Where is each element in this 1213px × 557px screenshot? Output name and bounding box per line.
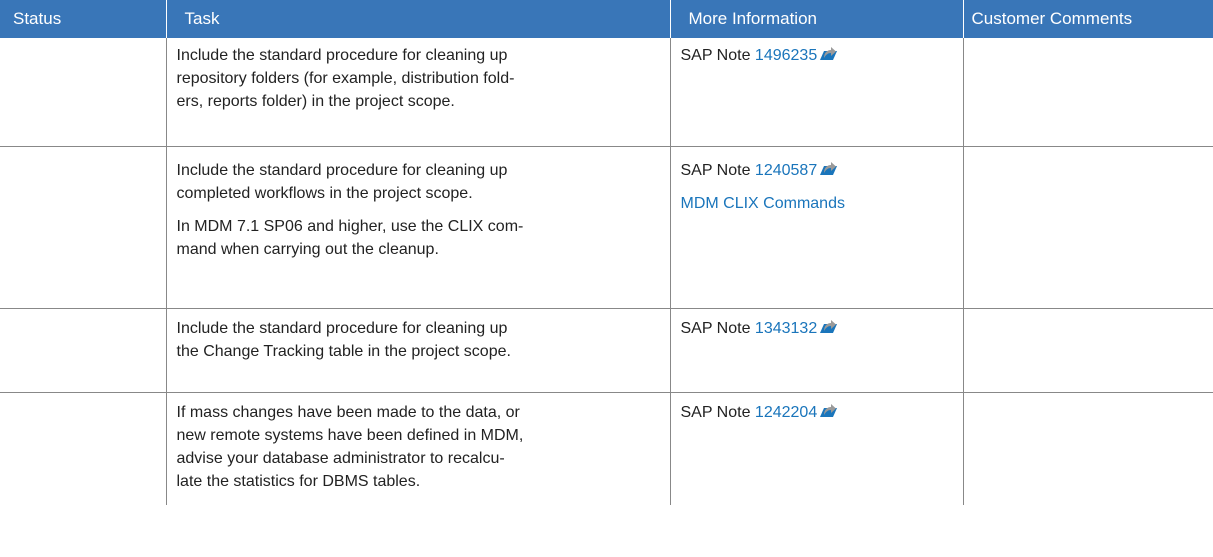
task-cell: Include the standard procedure for clean… (166, 308, 671, 393)
task-text: Include the standard procedure for clean… (176, 162, 508, 202)
status-cell[interactable] (0, 146, 167, 309)
table-row: If mass changes have been made to the da… (0, 392, 1213, 506)
customer-comments-cell[interactable] (963, 38, 1213, 147)
column-header-customer-comments: Customer Comments (963, 0, 1213, 38)
column-header-status: Status (0, 0, 167, 38)
sap-note-link[interactable]: 1343132 (755, 320, 817, 337)
more-information-cell: SAP Note 1242204 (670, 392, 964, 505)
external-link-arrow-icon[interactable] (818, 319, 838, 335)
status-cell[interactable] (0, 38, 167, 147)
more-information-cell: SAP Note 1496235 (670, 38, 964, 147)
task-text: If mass changes have been made to the da… (176, 404, 524, 490)
sap-note-link[interactable]: 1240587 (755, 162, 817, 179)
task-text: Include the standard procedure for clean… (176, 320, 511, 360)
task-text: Include the standard procedure for clean… (176, 47, 515, 110)
table-row: Include the standard procedure for clean… (0, 308, 1213, 393)
column-header-more-information: More Information (670, 0, 964, 38)
customer-comments-cell[interactable] (963, 146, 1213, 309)
more-information-cell: SAP Note 1240587 MDM CLIX Commands (670, 146, 964, 309)
task-cell: If mass changes have been made to the da… (166, 392, 671, 505)
sap-note-prefix: SAP Note (680, 162, 755, 179)
table-header-row: Status Task More Information Customer Co… (0, 0, 1213, 38)
sap-note-prefix: SAP Note (680, 47, 755, 64)
sap-note-prefix: SAP Note (680, 320, 755, 337)
task-text: In MDM 7.1 SP06 and higher, use the CLIX… (176, 218, 524, 258)
status-cell[interactable] (0, 308, 167, 393)
more-information-cell: SAP Note 1343132 (670, 308, 964, 393)
sap-note-link[interactable]: 1496235 (755, 47, 817, 64)
task-cell: Include the standard procedure for clean… (166, 146, 671, 309)
table-row: Include the standard procedure for clean… (0, 146, 1213, 309)
sap-note-prefix: SAP Note (680, 404, 755, 421)
checklist-table: Status Task More Information Customer Co… (0, 0, 1213, 505)
external-link-arrow-icon[interactable] (818, 403, 838, 419)
customer-comments-cell[interactable] (963, 393, 1213, 506)
sap-note-link[interactable]: 1242204 (755, 404, 817, 421)
task-cell: Include the standard procedure for clean… (166, 38, 671, 147)
column-header-task: Task (166, 0, 671, 38)
external-link-arrow-icon[interactable] (818, 161, 838, 177)
status-cell[interactable] (0, 392, 167, 505)
external-link-arrow-icon[interactable] (818, 46, 838, 62)
table-row: Include the standard procedure for clean… (0, 38, 1213, 147)
customer-comments-cell[interactable] (963, 308, 1213, 393)
mdm-clix-commands-link[interactable]: MDM CLIX Commands (681, 195, 845, 212)
